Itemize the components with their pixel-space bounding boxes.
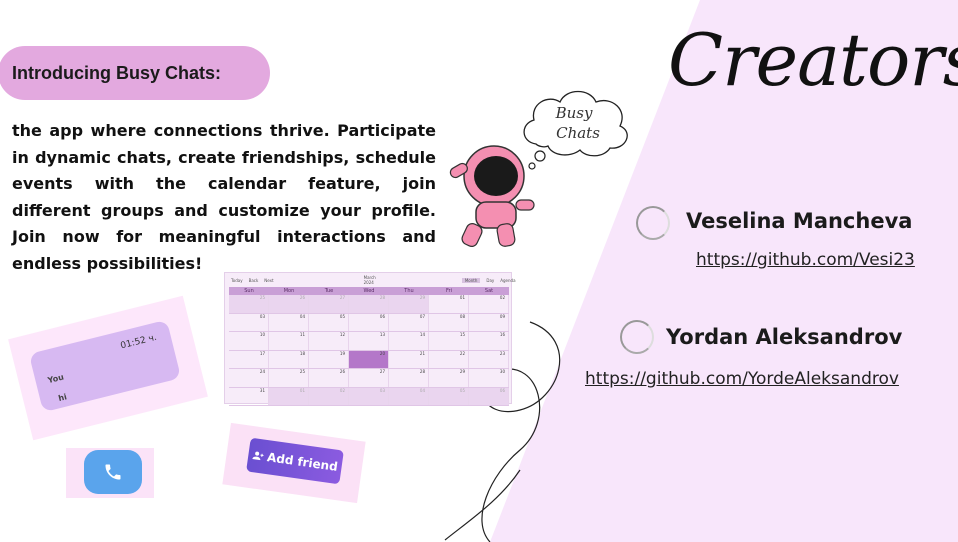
calendar-day-cell[interactable]: 01 <box>429 295 469 313</box>
calendar-week-row: 10 11 12 13 14 15 16 <box>229 332 509 351</box>
calendar-day-cell[interactable]: 04 <box>269 313 309 331</box>
calendar-day-cell[interactable]: 07 <box>389 313 429 331</box>
creators-heading: Creators <box>668 18 958 102</box>
add-user-icon <box>252 451 264 461</box>
calendar-day-cell[interactable]: 14 <box>389 332 429 350</box>
calendar-month-label: March 2024 <box>363 275 376 285</box>
weekday-label: Sat <box>484 288 494 294</box>
calendar-day-cell[interactable]: 02 <box>469 295 509 313</box>
calendar-day-cell[interactable]: 17 <box>229 350 269 368</box>
calendar-day-cell[interactable]: 06 <box>349 313 389 331</box>
calendar-day-cell[interactable]: 27 <box>349 369 389 387</box>
calendar-day-cell[interactable]: 31 <box>229 387 269 405</box>
calendar-day-cell[interactable]: 06 <box>469 387 509 405</box>
intro-title-pill: Introducing Busy Chats: <box>0 46 270 100</box>
creator-name: Veselina Mancheva <box>686 209 913 233</box>
message-text: hi <box>57 392 68 404</box>
calendar-day-cell[interactable]: 26 <box>269 295 309 313</box>
calendar-preview: Today Back Next March 2024 Month Day Age… <box>224 272 516 406</box>
logo-line1: Busy <box>555 104 593 122</box>
calendar-day-cell[interactable]: 05 <box>429 387 469 405</box>
calendar-day-cell[interactable]: 22 <box>429 350 469 368</box>
calendar-weekday-header: Sun Mon Tue Wed Thu Fri Sat <box>229 287 509 295</box>
calendar-view-agenda[interactable]: Agenda <box>500 278 515 283</box>
creator-github-link[interactable]: https://github.com/Vesi23 <box>696 250 915 270</box>
calendar-day-cell[interactable]: 02 <box>309 387 349 405</box>
calendar-day-cell[interactable]: 16 <box>469 332 509 350</box>
intro-title: Introducing Busy Chats: <box>12 62 222 83</box>
call-button[interactable] <box>84 450 142 494</box>
creator-avatar-icon <box>636 206 670 240</box>
calendar-day-cell[interactable]: 03 <box>349 387 389 405</box>
calendar-day-cell[interactable]: 29 <box>429 369 469 387</box>
calendar-week-row: 31 01 02 03 04 05 06 <box>229 387 509 406</box>
calendar-week-row: 24 25 26 27 28 29 30 <box>229 369 509 388</box>
calendar-next-button[interactable]: Next <box>264 278 273 283</box>
phone-icon <box>105 464 121 480</box>
calendar-day-cell[interactable]: 01 <box>269 387 309 405</box>
weekday-label: Thu <box>404 288 414 294</box>
calendar-day-cell[interactable]: 25 <box>229 295 269 313</box>
weekday-label: Fri <box>446 288 452 294</box>
intro-description: the app where connections thrive. Partic… <box>12 121 436 273</box>
calendar-day-cell[interactable]: 13 <box>349 332 389 350</box>
creator-name: Yordan Aleksandrov <box>666 325 903 349</box>
calendar-day-cell[interactable]: 26 <box>309 369 349 387</box>
calendar-day-cell[interactable]: 25 <box>269 369 309 387</box>
add-friend-label: Add friend <box>266 450 339 474</box>
logo-line2: Chats <box>556 124 600 142</box>
calendar-view-day[interactable]: Day <box>486 278 494 283</box>
calendar-grid: 25 26 27 28 29 01 02 03 04 05 06 07 08 09 10 11 12 13 14 15… <box>229 295 509 406</box>
calendar-toolbar: Today Back Next March 2024 Month Day Age… <box>225 273 516 287</box>
calendar-day-cell[interactable]: 03 <box>229 313 269 331</box>
weekday-label: Sun <box>244 288 254 294</box>
calendar-day-cell[interactable]: 24 <box>229 369 269 387</box>
calendar-week-row: 03 04 05 06 07 08 09 <box>229 313 509 332</box>
calendar-day-cell[interactable]: 10 <box>229 332 269 350</box>
calendar-day-cell[interactable]: 18 <box>269 350 309 368</box>
calendar-day-cell[interactable]: 28 <box>349 295 389 313</box>
weekday-label: Mon <box>283 288 295 294</box>
calendar-day-cell[interactable]: 30 <box>469 369 509 387</box>
calendar-today-button[interactable]: Today <box>231 278 243 283</box>
calendar-day-cell[interactable]: 12 <box>309 332 349 350</box>
calendar-day-cell[interactable]: 11 <box>269 332 309 350</box>
calendar-day-cell[interactable]: 09 <box>469 313 509 331</box>
calendar-view-month[interactable]: Month <box>461 277 481 283</box>
message-sender: You <box>46 372 65 386</box>
calendar-day-cell[interactable]: 27 <box>309 295 349 313</box>
calendar-day-cell[interactable]: 21 <box>389 350 429 368</box>
weekday-label: Wed <box>363 288 375 294</box>
calendar-day-cell[interactable]: 15 <box>429 332 469 350</box>
calendar-day-cell[interactable]: 29 <box>389 295 429 313</box>
calendar-day-cell[interactable]: 19 <box>309 350 349 368</box>
calendar-week-row: 25 26 27 28 29 01 02 <box>229 295 509 314</box>
calendar-back-button[interactable]: Back <box>249 278 259 283</box>
weekday-label: Tue <box>324 288 334 294</box>
calendar-day-cell[interactable]: 23 <box>469 350 509 368</box>
calendar-day-cell[interactable]: 04 <box>389 387 429 405</box>
creator-avatar-icon <box>620 320 654 354</box>
astronaut-mascot <box>449 145 535 247</box>
message-time: 01:52 ч. <box>119 332 158 352</box>
calendar-week-row: 17 18 19 20 21 22 23 <box>229 350 509 369</box>
calendar-day-cell[interactable]: 20 <box>349 350 389 368</box>
calendar-day-cell[interactable]: 28 <box>389 369 429 387</box>
calendar-day-cell[interactable]: 05 <box>309 313 349 331</box>
calendar-day-cell[interactable]: 08 <box>429 313 469 331</box>
creator-github-link[interactable]: https://github.com/YordeAleksandrov <box>585 369 899 389</box>
